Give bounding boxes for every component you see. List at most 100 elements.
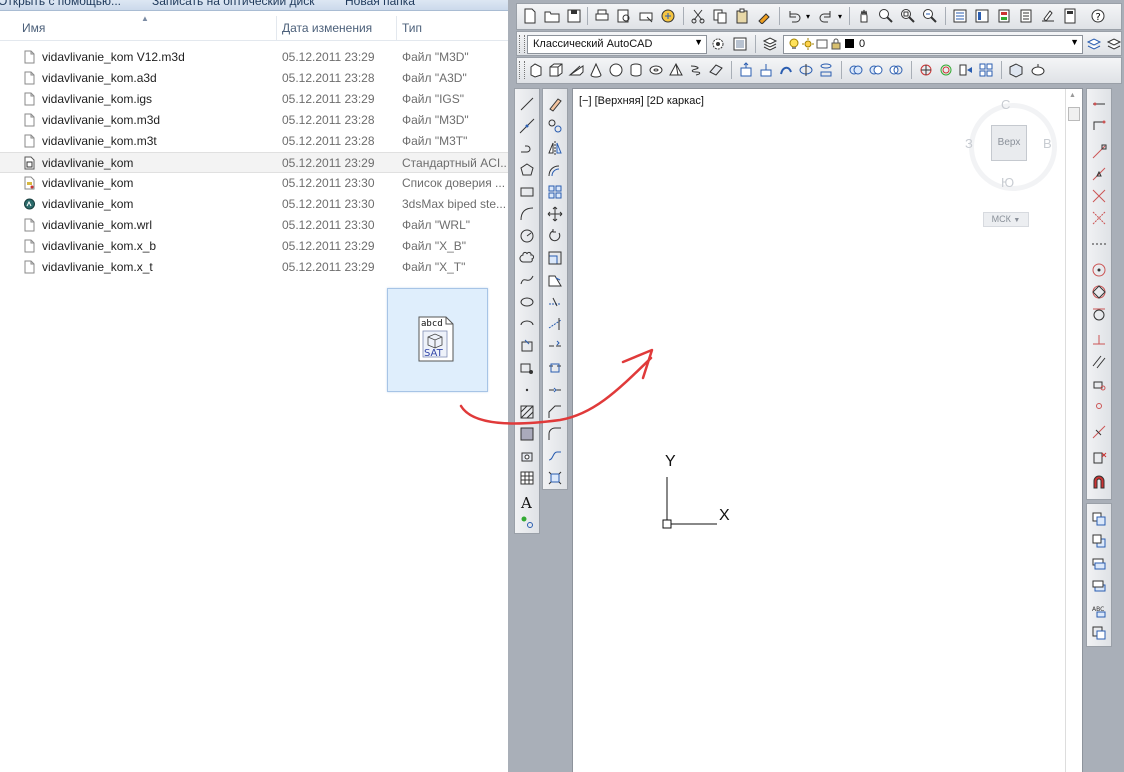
file-row[interactable]: vidavlivanie_kom.wrl 05.12.2011 23:30 Файл… — [0, 215, 508, 236]
publish-icon[interactable] — [637, 7, 655, 25]
file-row[interactable]: vidavlivanie_kom 05.12.2011 23:30 3dsMax b… — [0, 194, 508, 215]
print-preview-icon[interactable] — [615, 7, 633, 25]
file-row[interactable]: vidavlivanie_kom.m3t 05.12.2011 23:28 Файл… — [0, 131, 508, 152]
redo-dropdown-icon[interactable]: ▾ — [835, 7, 845, 25]
polygon-icon[interactable] — [518, 161, 536, 179]
design-center-icon[interactable] — [973, 7, 991, 25]
help-icon[interactable]: ? — [1089, 7, 1107, 25]
snap-apparent-intersection-icon[interactable] — [1090, 209, 1108, 227]
blend-curves-icon[interactable] — [546, 447, 564, 465]
explode-icon[interactable] — [546, 469, 564, 487]
calculator-icon[interactable] — [1061, 7, 1079, 25]
ellipse-icon[interactable] — [518, 293, 536, 311]
ucs-menu-button[interactable]: МСК ▼ — [983, 212, 1029, 227]
helix-icon[interactable] — [687, 61, 705, 79]
multiline-text-icon[interactable]: A — [518, 493, 536, 511]
match-properties-icon[interactable] — [755, 7, 773, 25]
snap-nearest-icon[interactable] — [1090, 423, 1108, 441]
bring-to-front-icon[interactable] — [1090, 510, 1108, 528]
erase-icon[interactable] — [546, 95, 564, 113]
compass-west-label[interactable]: З — [965, 136, 973, 151]
file-row[interactable]: vidavlivanie_kom.x_b 05.12.2011 23:29 Файл… — [0, 236, 508, 257]
pan-icon[interactable] — [855, 7, 873, 25]
markup-icon[interactable] — [1039, 7, 1057, 25]
make-object-layer-current-icon[interactable] — [1085, 35, 1103, 53]
snap-none-icon[interactable] — [1090, 449, 1108, 467]
visual-styles-icon[interactable] — [1007, 61, 1025, 79]
zoom-realtime-icon[interactable] — [877, 7, 895, 25]
subtract-icon[interactable] — [867, 61, 885, 79]
arc-icon[interactable] — [518, 205, 536, 223]
offset-icon[interactable] — [546, 161, 564, 179]
hatch-to-back-icon[interactable] — [1090, 624, 1108, 642]
trim-icon[interactable] — [546, 293, 564, 311]
ellipse-arc-icon[interactable] — [518, 315, 536, 333]
snap-node-icon[interactable] — [1090, 397, 1108, 415]
undo-icon[interactable] — [785, 7, 803, 25]
workspace-settings-icon[interactable] — [709, 35, 727, 53]
revolve-icon[interactable] — [797, 61, 815, 79]
clean-screen-icon[interactable] — [731, 35, 749, 53]
zoom-previous-icon[interactable] — [921, 7, 939, 25]
snap-insert-icon[interactable] — [1090, 375, 1108, 393]
properties-icon[interactable] — [951, 7, 969, 25]
vertical-scrollbar[interactable]: ▲ — [1065, 89, 1080, 772]
wedge-icon[interactable] — [567, 61, 585, 79]
tool-palettes-icon[interactable] — [995, 7, 1013, 25]
open-folder-icon[interactable] — [543, 7, 561, 25]
polyline-icon[interactable] — [518, 139, 536, 157]
cut-icon[interactable] — [689, 7, 707, 25]
file-row[interactable]: vidavlivanie_kom 05.12.2011 23:30 Список д… — [0, 173, 508, 194]
box-icon[interactable] — [547, 61, 565, 79]
temporary-track-point-icon[interactable] — [1090, 95, 1108, 113]
presspull-icon[interactable] — [757, 61, 775, 79]
file-row[interactable]: vidavlivanie_kom.m3d 05.12.2011 23:28 Файл… — [0, 110, 508, 131]
text-to-front-icon[interactable]: ABC — [1090, 602, 1108, 620]
osnap-settings-icon[interactable] — [1090, 473, 1108, 491]
scrollbar-thumb[interactable] — [1068, 107, 1080, 121]
send-under-objects-icon[interactable] — [1090, 576, 1108, 594]
3d-move-icon[interactable] — [917, 61, 935, 79]
loft-icon[interactable] — [817, 61, 835, 79]
array-icon[interactable] — [546, 183, 564, 201]
table-icon[interactable] — [518, 469, 536, 487]
mirror-icon[interactable] — [546, 139, 564, 157]
column-divider[interactable] — [276, 16, 277, 40]
construction-line-icon[interactable] — [518, 117, 536, 135]
undo-dropdown-icon[interactable]: ▾ — [803, 7, 813, 25]
circle-icon[interactable] — [518, 227, 536, 245]
3d-dwf-icon[interactable] — [659, 7, 677, 25]
redo-icon[interactable] — [817, 7, 835, 25]
stretch-icon[interactable] — [546, 271, 564, 289]
sheet-set-icon[interactable] — [1017, 7, 1035, 25]
cylinder-icon[interactable] — [627, 61, 645, 79]
column-header-name[interactable]: Имя — [22, 21, 45, 35]
intersect-icon[interactable] — [887, 61, 905, 79]
file-row[interactable]: vidavlivanie_kom.igs 05.12.2011 23:29 Файл… — [0, 89, 508, 110]
paste-icon[interactable] — [733, 7, 751, 25]
burn-disc-button[interactable]: Записать на оптический диск — [152, 0, 315, 8]
snap-quadrant-icon[interactable] — [1090, 283, 1108, 301]
column-divider[interactable] — [396, 16, 397, 40]
snap-from-icon[interactable] — [1090, 117, 1108, 135]
snap-midpoint-icon[interactable] — [1090, 165, 1108, 183]
render-icon[interactable] — [1029, 61, 1047, 79]
rectangle-icon[interactable] — [518, 183, 536, 201]
extend-icon[interactable] — [546, 315, 564, 333]
zoom-window-icon[interactable] — [899, 7, 917, 25]
file-row[interactable]: vidavlivanie_kom V12.m3d 05.12.2011 23:29… — [0, 47, 508, 68]
new-folder-button[interactable]: Новая папка — [345, 0, 415, 8]
snap-perpendicular-icon[interactable] — [1090, 331, 1108, 349]
workspace-dropdown[interactable]: Классический AutoCAD ▼ — [527, 35, 707, 54]
3d-rotate-icon[interactable] — [937, 61, 955, 79]
column-header-type[interactable]: Тип — [402, 21, 422, 35]
column-header-date[interactable]: Дата изменения — [282, 21, 372, 35]
polysolid-icon[interactable] — [527, 61, 545, 79]
planar-surface-icon[interactable] — [707, 61, 725, 79]
new-file-icon[interactable] — [521, 7, 539, 25]
spline-icon[interactable] — [518, 271, 536, 289]
revision-cloud-icon[interactable] — [518, 249, 536, 267]
scale-icon[interactable] — [546, 249, 564, 267]
cone-icon[interactable] — [587, 61, 605, 79]
scroll-up-icon[interactable]: ▲ — [1069, 92, 1076, 99]
